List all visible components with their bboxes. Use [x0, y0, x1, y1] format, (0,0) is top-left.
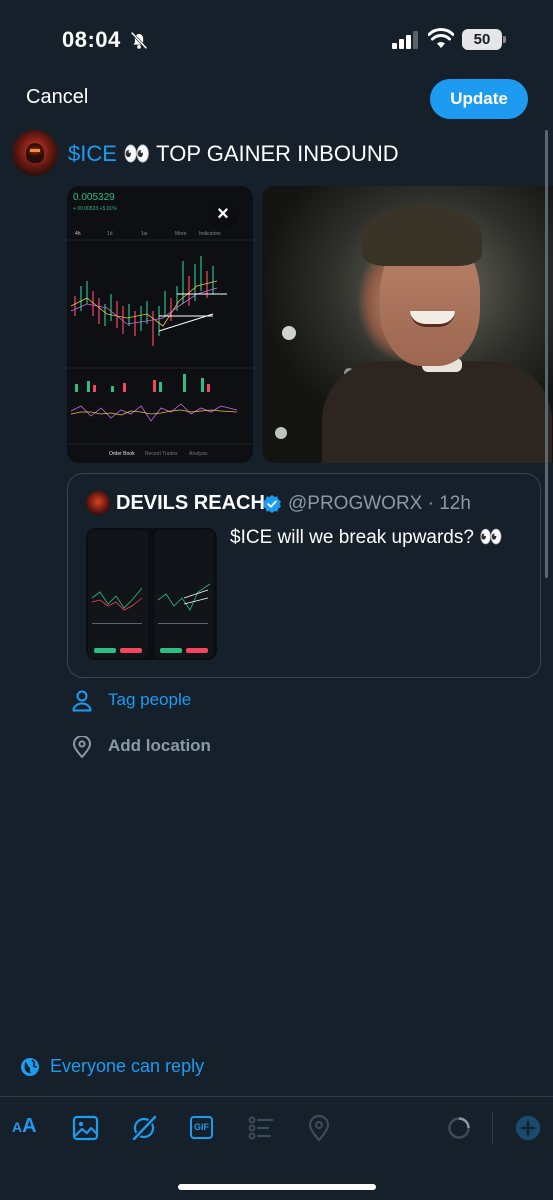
character-count-ring-icon [448, 1117, 470, 1139]
text-size-button[interactable]: AA [12, 1115, 37, 1138]
toolbar-separator [492, 1112, 493, 1144]
media-reaction-photo[interactable] [262, 186, 553, 463]
person-icon [72, 690, 92, 712]
grok-icon[interactable] [130, 1114, 158, 1142]
update-button[interactable]: Update [430, 79, 528, 119]
quoted-handle-time: @PROGWORX · 12h [288, 493, 471, 514]
chart-tab-1w: 1w [141, 231, 148, 237]
chart-tab-4h: 4h [75, 231, 81, 237]
image-icon[interactable] [72, 1114, 100, 1142]
status-bar: 08:04 50 [0, 0, 553, 80]
globe-icon [21, 1058, 39, 1076]
location-pin-icon [72, 736, 92, 758]
chart-tab-order-book: Order Book [109, 451, 135, 457]
verified-badge-icon [263, 494, 281, 514]
cellular-signal-icon [392, 31, 418, 49]
avatar[interactable] [12, 130, 58, 176]
quoted-thumbnail-graphic [88, 530, 214, 658]
photo-body [322, 361, 552, 463]
eyes-emoji: 👀 [123, 141, 151, 166]
composer-body-text: TOP GAINER INBOUND [156, 141, 399, 166]
gif-button[interactable]: GIF [190, 1116, 213, 1139]
location-toolbar-icon [308, 1114, 330, 1142]
remove-media-button[interactable]: × [208, 200, 238, 230]
quoted-post-card[interactable]: DEVILS REACH @PROGWORX · 12h $ICE will w… [67, 473, 541, 678]
cashtag[interactable]: $ICE [68, 141, 117, 166]
chart-change: + 00.00533 +5.01% [73, 206, 117, 212]
chart-price: 0.005329 [73, 192, 115, 203]
bell-off-icon [130, 31, 148, 50]
cancel-button[interactable]: Cancel [26, 86, 88, 109]
scrollbar[interactable] [545, 130, 548, 578]
quoted-post-text: $ICE will we break upwards? 👀 [230, 527, 503, 548]
chart-tab-recent-trades: Recent Trades [145, 451, 178, 457]
toolbar-divider [0, 1096, 553, 1097]
chart-tab-1d: 1d [107, 231, 113, 237]
status-time: 08:04 [62, 27, 121, 52]
chart-tab-indicators: Indicators [199, 231, 221, 237]
wifi-icon [428, 28, 454, 48]
home-indicator[interactable] [178, 1184, 376, 1190]
battery-icon: 50 [462, 29, 506, 50]
close-icon: × [217, 203, 229, 225]
text-size-small-glyph: A [12, 1119, 23, 1135]
poll-icon [248, 1116, 274, 1140]
quoted-avatar [86, 491, 110, 515]
add-location-label: Add location [108, 736, 211, 755]
chart-tab-analysis: Analysis [189, 451, 208, 457]
text-size-large-glyph: A [22, 1115, 37, 1137]
chart-tab-more: More [175, 231, 187, 237]
photo-background-lights [282, 326, 296, 340]
tag-people-label: Tag people [108, 690, 192, 709]
composer-text[interactable]: $ICE 👀 TOP GAINER INBOUND [68, 141, 399, 167]
add-post-icon[interactable] [514, 1114, 542, 1142]
photo-hair [362, 206, 482, 266]
quoted-author-name: DEVILS REACH [116, 492, 265, 514]
reply-setting-label: Everyone can reply [50, 1056, 205, 1076]
quoted-media-thumbnail[interactable] [86, 528, 217, 660]
